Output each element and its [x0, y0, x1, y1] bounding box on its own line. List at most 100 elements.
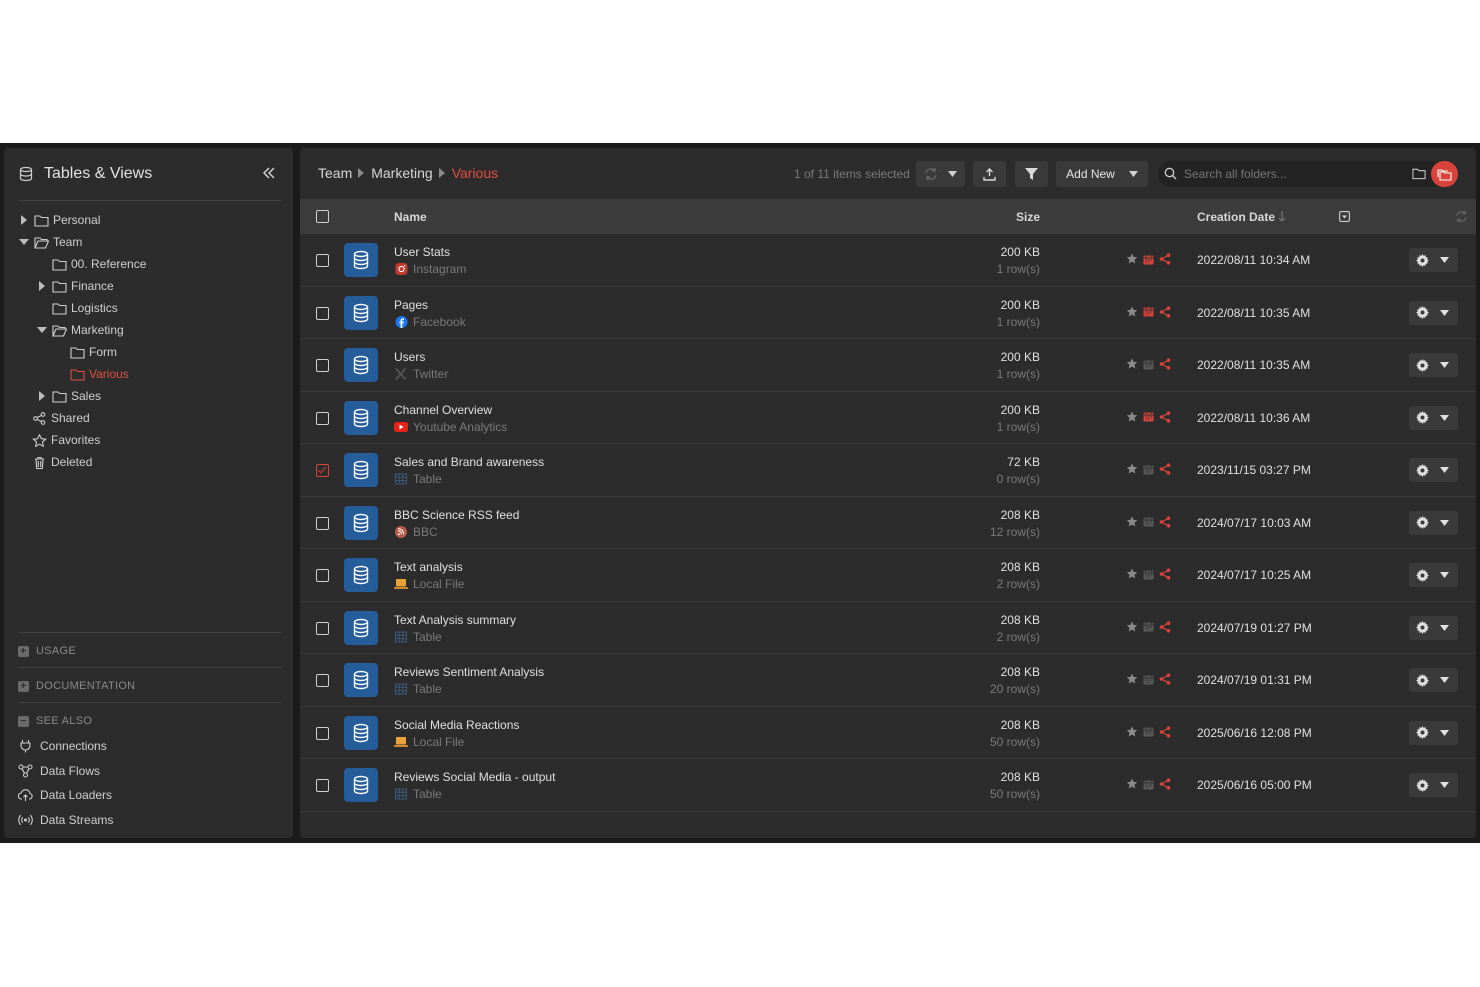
table-row[interactable]: Channel Overview Youtube Analytics 200 K…	[300, 392, 1476, 444]
share-icon[interactable]	[1159, 620, 1171, 633]
calendar-icon[interactable]	[1143, 778, 1154, 790]
breadcrumb-team[interactable]: Team	[318, 165, 352, 181]
row-checkbox[interactable]	[316, 779, 329, 792]
tree-item-logistics[interactable]: Logistics	[52, 298, 118, 318]
tree-item-form[interactable]: Form	[70, 342, 117, 362]
table-row[interactable]: User Stats Instagram 200 KB 1 row(s) 202…	[300, 234, 1476, 287]
tree-item-marketing[interactable]: Marketing	[36, 320, 124, 340]
table-type-icon[interactable]	[344, 243, 378, 277]
refresh-dropdown-button[interactable]	[916, 161, 965, 187]
tree-item-favorites[interactable]: Favorites	[32, 430, 100, 450]
select-all-checkbox[interactable]	[316, 210, 329, 223]
row-checkbox[interactable]	[316, 621, 329, 635]
table-type-icon[interactable]	[344, 558, 378, 592]
star-icon[interactable]	[1126, 568, 1138, 580]
star-icon[interactable]	[1126, 463, 1138, 475]
filter-button[interactable]	[1015, 161, 1048, 187]
calendar-icon[interactable]	[1143, 411, 1154, 422]
calendar-icon[interactable]	[1143, 516, 1154, 527]
caret-right-icon[interactable]	[36, 390, 48, 402]
share-icon[interactable]	[1159, 778, 1171, 790]
row-checkbox[interactable]	[316, 254, 329, 267]
search-input[interactable]	[1184, 165, 1404, 183]
row-settings-dropdown[interactable]	[1409, 563, 1458, 587]
row-name[interactable]: BBC Science RSS feed	[394, 508, 519, 522]
row-name[interactable]: Text analysis	[394, 560, 463, 574]
row-settings-dropdown[interactable]	[1409, 458, 1458, 482]
table-type-icon[interactable]	[344, 453, 378, 487]
tree-item-shared[interactable]: Shared	[32, 408, 90, 428]
row-checkbox[interactable]	[316, 674, 329, 687]
usage-section-toggle[interactable]: + USAGE	[18, 643, 76, 659]
calendar-icon[interactable]	[1143, 568, 1154, 580]
row-settings-dropdown[interactable]	[1409, 405, 1458, 430]
star-icon[interactable]	[1126, 411, 1138, 423]
tree-item-deleted[interactable]: Deleted	[32, 452, 92, 472]
column-chooser-icon[interactable]	[1339, 211, 1350, 222]
table-row[interactable]: Users Twitter 200 KB 1 row(s) 2022/08/11…	[300, 339, 1476, 392]
table-row[interactable]: BBC Science RSS feed BBC 208 KB 12 row(s…	[300, 497, 1476, 549]
row-settings-dropdown[interactable]	[1409, 720, 1458, 745]
row-name[interactable]: User Stats	[394, 245, 450, 259]
row-checkbox[interactable]	[316, 464, 329, 477]
sort-down-icon[interactable]	[1278, 211, 1286, 223]
star-icon[interactable]	[1126, 673, 1138, 685]
tree-item-finance[interactable]: Finance	[36, 276, 114, 296]
share-icon[interactable]	[1159, 253, 1171, 265]
row-name[interactable]: Channel Overview	[394, 403, 492, 417]
tree-item-reference[interactable]: 00. Reference	[52, 254, 146, 274]
row-settings-dropdown[interactable]	[1409, 510, 1458, 535]
breadcrumb-marketing[interactable]: Marketing	[371, 165, 432, 181]
caret-right-icon[interactable]	[18, 214, 30, 226]
calendar-icon[interactable]	[1143, 358, 1154, 370]
row-name[interactable]: Users	[394, 350, 425, 364]
calendar-icon[interactable]	[1143, 673, 1154, 685]
share-icon[interactable]	[1159, 515, 1171, 528]
table-type-icon[interactable]	[344, 295, 378, 330]
row-settings-dropdown[interactable]	[1409, 300, 1458, 325]
share-icon[interactable]	[1159, 305, 1171, 318]
star-icon[interactable]	[1126, 726, 1138, 738]
star-icon[interactable]	[1126, 253, 1138, 265]
table-row[interactable]: Reviews Sentiment Analysis Table 208 KB …	[300, 654, 1476, 707]
row-checkbox[interactable]	[316, 306, 329, 320]
row-checkbox[interactable]	[316, 516, 329, 530]
table-type-icon[interactable]	[344, 715, 378, 750]
share-icon[interactable]	[1159, 568, 1171, 580]
collapse-sidebar-icon[interactable]	[261, 165, 277, 181]
table-type-icon[interactable]	[344, 663, 378, 697]
see-also-connections[interactable]: Connections	[18, 737, 107, 755]
row-name[interactable]: Reviews Social Media - output	[394, 770, 555, 784]
table-type-icon[interactable]	[344, 768, 378, 802]
share-icon[interactable]	[1159, 358, 1171, 370]
add-new-button[interactable]: Add New	[1056, 161, 1148, 187]
row-name[interactable]: Sales and Brand awareness	[394, 455, 544, 469]
table-type-icon[interactable]	[344, 400, 378, 435]
caret-down-icon[interactable]	[36, 324, 48, 336]
table-row[interactable]: Text Analysis summary Table 208 KB 2 row…	[300, 602, 1476, 654]
calendar-icon[interactable]	[1143, 726, 1154, 737]
star-icon[interactable]	[1126, 358, 1138, 370]
tree-item-team[interactable]: Team	[18, 232, 82, 252]
calendar-icon[interactable]	[1143, 306, 1154, 317]
row-name[interactable]: Pages	[394, 298, 428, 312]
see-also-data-streams[interactable]: Data Streams	[18, 811, 113, 829]
row-settings-dropdown[interactable]	[1409, 773, 1458, 797]
row-name[interactable]: Reviews Sentiment Analysis	[394, 665, 544, 679]
row-settings-dropdown[interactable]	[1409, 353, 1458, 377]
upload-button[interactable]	[973, 161, 1006, 187]
row-settings-dropdown[interactable]	[1409, 615, 1458, 640]
row-checkbox[interactable]	[316, 726, 329, 740]
tree-item-sales[interactable]: Sales	[36, 386, 101, 406]
see-also-section-toggle[interactable]: − SEE ALSO	[18, 713, 92, 729]
row-settings-dropdown[interactable]	[1409, 668, 1458, 692]
column-creation-date[interactable]: Creation Date	[1197, 210, 1275, 224]
documentation-section-toggle[interactable]: + DOCUMENTATION	[18, 678, 135, 694]
table-row[interactable]: Reviews Social Media - output Table 208 …	[300, 759, 1476, 812]
row-checkbox[interactable]	[316, 359, 329, 372]
table-row[interactable]: Pages Facebook 200 KB 1 row(s) 2022/08/1…	[300, 287, 1476, 339]
share-icon[interactable]	[1159, 463, 1171, 475]
caret-down-icon[interactable]	[18, 236, 30, 248]
table-type-icon[interactable]	[344, 505, 378, 540]
share-icon[interactable]	[1159, 673, 1171, 685]
